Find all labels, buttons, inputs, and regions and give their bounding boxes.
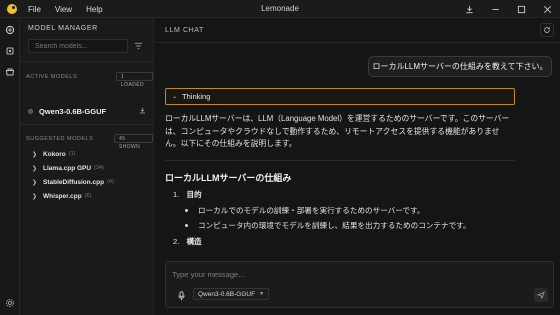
chevron-down-icon: ▼ <box>259 291 265 297</box>
menu-help[interactable]: Help <box>86 5 102 14</box>
suggested-item-label: Whisper.cpp <box>43 192 82 200</box>
search-models-input[interactable] <box>28 39 128 53</box>
filter-icon[interactable] <box>132 41 144 51</box>
thinking-toggle[interactable]: ⌄ Thinking <box>165 88 515 105</box>
suggested-item-label: StableDiffusion.cpp <box>43 178 105 186</box>
suggested-item-llamacpp[interactable]: ❯ Llama.cpp GPU (34) <box>32 163 104 173</box>
model-select[interactable]: Qwen3-0.6B-GGUF ▼ <box>193 288 270 300</box>
chevron-right-icon: ❯ <box>32 193 38 200</box>
list-number: 2. <box>173 237 180 246</box>
chevron-down-icon: ⌄ <box>172 94 178 100</box>
refresh-icon[interactable] <box>540 23 554 37</box>
chevron-right-icon: ❯ <box>32 179 38 186</box>
maximize-icon[interactable] <box>508 0 534 18</box>
divider <box>20 61 154 62</box>
suggested-item-label: Kokoro <box>43 150 66 158</box>
menu-bar: File View Help <box>28 0 103 18</box>
chat-title: LLM CHAT <box>165 27 204 34</box>
reply-heading: ローカルLLMサーバーの仕組み <box>165 173 292 183</box>
lemon-icon[interactable] <box>4 24 16 36</box>
message-input[interactable] <box>172 268 542 280</box>
list-bullet: ローカルでのモデルの訓練・部署を実行するためのサーバーです。 <box>185 205 425 216</box>
suggested-item-count: (1) <box>68 151 76 157</box>
list-title: 構造 <box>186 237 202 246</box>
divider <box>20 124 154 125</box>
active-model-item[interactable]: Qwen3-0.6B-GGUF <box>28 105 148 117</box>
suggested-item-count: (34) <box>94 165 104 171</box>
store-icon[interactable] <box>4 66 16 78</box>
list-title: 目的 <box>186 190 202 199</box>
user-message-bubble: ローカルLLMサーバーの仕組みを教えて下さい。 <box>368 56 552 77</box>
close-icon[interactable] <box>534 0 560 18</box>
gear-icon[interactable] <box>4 297 16 309</box>
list-item: 1. 目的 <box>173 189 202 200</box>
send-icon <box>537 291 545 299</box>
minimize-icon[interactable] <box>482 0 508 18</box>
cpu-icon[interactable] <box>4 45 16 57</box>
microphone-icon[interactable] <box>176 290 186 302</box>
reply-line: ローカルLLMサーバーは、LLM（Language Model）を運営するための… <box>165 114 510 123</box>
model-status-dot <box>28 108 33 114</box>
shown-count-badge: 45 SHOWN <box>114 134 153 150</box>
active-models-label: ACTIVE MODELS <box>26 74 78 80</box>
loaded-count-badge: 1 LOADED <box>116 72 153 88</box>
title-bar: File View Help Lemonade <box>0 0 560 18</box>
suggested-item-whisper[interactable]: ❯ Whisper.cpp (6) <box>32 191 91 201</box>
divider <box>155 42 560 43</box>
menu-file[interactable]: File <box>28 5 41 14</box>
lemonade-logo-icon <box>7 4 17 14</box>
suggested-item-kokoro[interactable]: ❯ Kokoro (1) <box>32 149 76 159</box>
list-bullet: コンピュータ内の環境でモデルを訓練し、結果を出力するためのコンテナです。 <box>185 220 471 231</box>
divider <box>165 160 515 161</box>
list-number: 1. <box>173 190 180 199</box>
thinking-label: Thinking <box>182 92 211 101</box>
selected-model-label: Qwen3-0.6B-GGUF <box>198 290 256 298</box>
bullet-text: コンピュータ内の環境でモデルを訓練し、結果を出力するためのコンテナです。 <box>198 221 471 230</box>
model-manager-panel: MODEL MANAGER ACTIVE MODELS 1 LOADED Qwe… <box>20 18 154 315</box>
window-controls <box>456 0 560 18</box>
bullet-text: ローカルでのモデルの訓練・部署を実行するためのサーバーです。 <box>198 206 425 215</box>
model-manager-title: MODEL MANAGER <box>28 25 98 32</box>
active-model-name: Qwen3-0.6B-GGUF <box>39 106 107 116</box>
list-item: 2. 構造 <box>173 236 202 247</box>
message-composer: Qwen3-0.6B-GGUF ▼ <box>165 261 554 308</box>
chevron-right-icon: ❯ <box>32 151 38 158</box>
suggested-models-label: SUGGESTED MODELS <box>26 136 94 142</box>
nav-rail <box>0 18 20 315</box>
suggested-item-stablediffusion[interactable]: ❯ StableDiffusion.cpp (4) <box>32 177 114 187</box>
chevron-right-icon: ❯ <box>32 165 38 172</box>
reply-line: ん。以下にその仕組みを説明します。 <box>165 139 297 149</box>
menu-view[interactable]: View <box>55 5 72 14</box>
reply-line: は、コンピュータやクラウドなしで動作するため、リモートアクセスを提供する機能があ… <box>165 126 500 136</box>
suggested-item-label: Llama.cpp GPU <box>43 164 92 172</box>
suggested-item-count: (6) <box>84 193 92 199</box>
send-button[interactable] <box>534 288 548 302</box>
unload-icon[interactable] <box>139 107 146 116</box>
download-icon[interactable] <box>456 0 482 18</box>
chat-panel: LLM CHAT ローカルLLMサーバーの仕組みを教えて下さい。 ⌄ Think… <box>155 18 560 315</box>
assistant-reply: ローカルLLMサーバーは、LLM（Language Model）を運営するための… <box>165 113 553 151</box>
suggested-item-count: (4) <box>107 179 114 185</box>
